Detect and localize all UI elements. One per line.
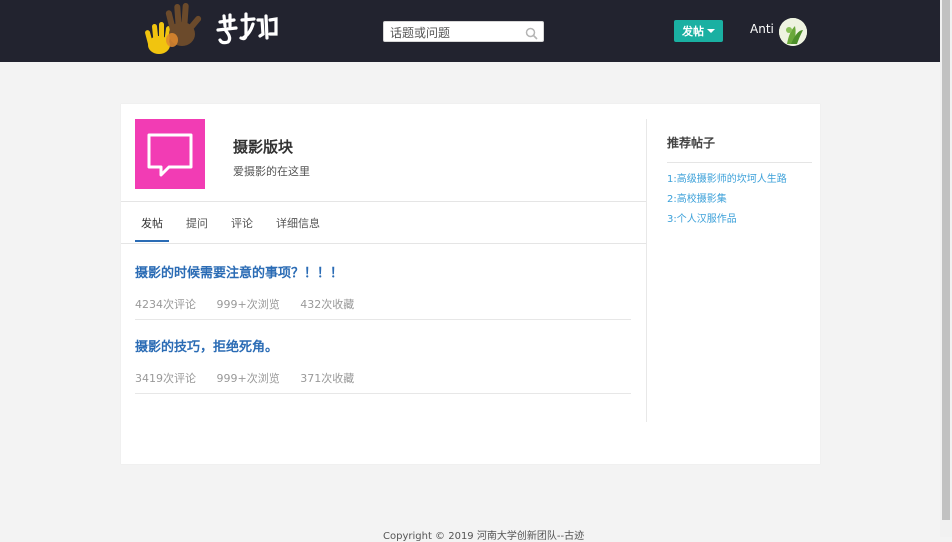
section-title: 摄影版块 [233,138,294,156]
favorite-count: 432次收藏 [300,298,355,311]
post-item: 摄影的时候需要注意的事项？！！！ 4234次评论 999+次浏览 432次收藏 [135,262,631,312]
site-logo[interactable] [142,0,282,58]
favorite-count: 371次收藏 [300,372,355,385]
view-count: 999+次浏览 [216,372,280,385]
search-box[interactable] [383,21,544,43]
section-chat-icon [135,119,205,189]
top-navbar: 发帖 Anti [0,0,940,62]
divider [135,319,631,320]
divider [667,162,812,163]
user-avatar[interactable] [779,18,807,46]
recommended-post-link[interactable]: 3:个人汉服作品 [667,210,787,230]
search-icon[interactable] [525,25,538,40]
scrollbar-thumb[interactable] [942,0,950,520]
post-title-link[interactable]: 摄影的时候需要注意的事项？！！！ [135,262,631,281]
comment-count: 4234次评论 [135,298,196,311]
page-scrollbar[interactable] [940,0,952,537]
tab-comments[interactable]: 评论 [225,204,259,240]
comment-count: 3419次评论 [135,372,196,385]
post-stats: 3419次评论 999+次浏览 371次收藏 [135,370,631,386]
section-card: 摄影版块 爱摄影的在这里 发帖 提问 评论 详细信息 摄影的时候需要注意的事项？… [121,104,820,464]
recommended-posts-heading: 推荐帖子 [667,136,716,150]
divider [135,393,631,394]
column-divider [646,119,647,422]
username[interactable]: Anti [750,22,774,36]
post-stats: 4234次评论 999+次浏览 432次收藏 [135,296,631,312]
tab-details[interactable]: 详细信息 [270,204,326,240]
new-post-button-label: 发帖 [682,25,704,38]
caret-down-icon [707,29,715,33]
recommended-post-link[interactable]: 1:高级摄影师的坎坷人生路 [667,170,787,190]
recommended-posts-list: 1:高级摄影师的坎坷人生路 2:高校摄影集 3:个人汉服作品 [667,170,787,230]
footer-copyright: Copyright © 2019 河南大学创新团队--古迹 [383,531,585,542]
tab-posts[interactable]: 发帖 [135,204,169,242]
section-tabs: 发帖 提问 评论 详细信息 [135,204,337,242]
section-description: 爱摄影的在这里 [233,165,310,178]
recommended-post-link[interactable]: 2:高校摄影集 [667,190,787,210]
search-input[interactable] [384,23,525,43]
new-post-dropdown-button[interactable]: 发帖 [674,20,723,42]
view-count: 999+次浏览 [216,298,280,311]
tab-questions[interactable]: 提问 [180,204,214,240]
post-title-link[interactable]: 摄影的技巧，拒绝死角。 [135,336,631,355]
divider [121,243,646,244]
post-item: 摄影的技巧，拒绝死角。 3419次评论 999+次浏览 371次收藏 [135,336,631,386]
divider [121,201,646,202]
